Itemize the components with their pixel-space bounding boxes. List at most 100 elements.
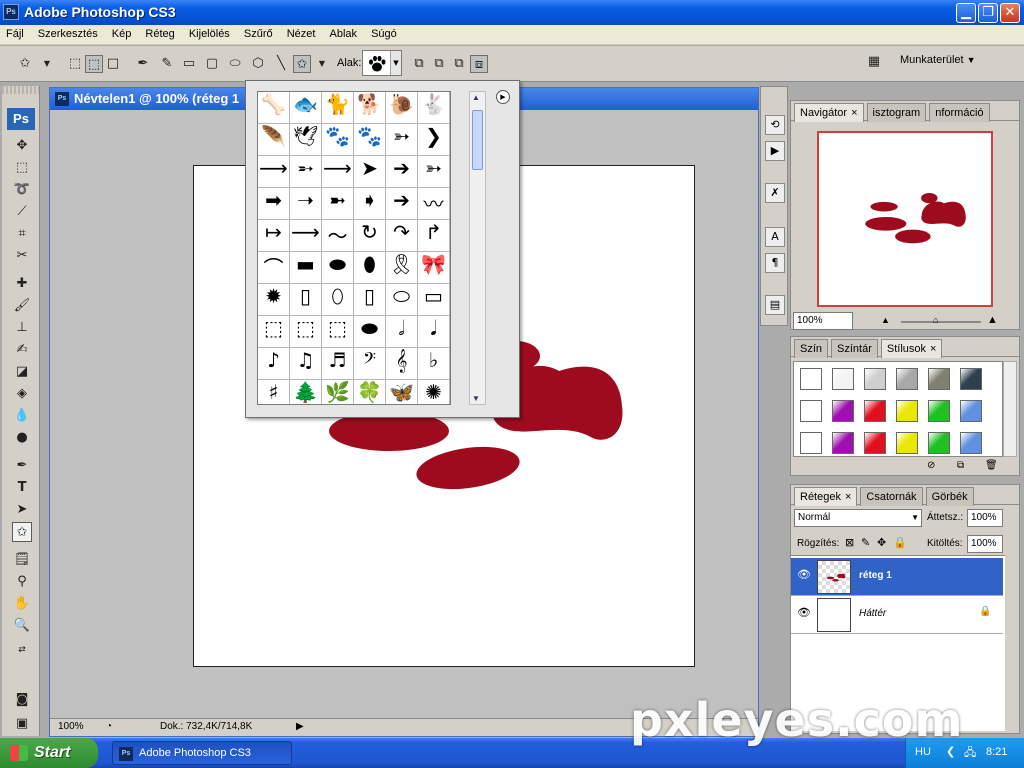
taskbar-item-photoshop[interactable]: Ps Adobe Photoshop CS3	[112, 741, 292, 765]
lasso-tool[interactable]: ➰	[12, 180, 32, 200]
shape-cell[interactable]: ♪	[258, 348, 290, 380]
shape-cell[interactable]: ▯	[354, 284, 386, 316]
hand-tool[interactable]: ✋	[12, 594, 32, 614]
shape-cell[interactable]: 🎀	[418, 252, 450, 284]
notes-tool[interactable]: 🗒	[12, 550, 32, 570]
shape-cell[interactable]: 〜	[322, 220, 354, 252]
shape-cell[interactable]: 🍀	[354, 380, 386, 404]
history-brush-tool[interactable]: ✍	[12, 340, 32, 360]
zoom-slider[interactable]	[901, 321, 981, 323]
clone-stamp-tool[interactable]: ⊥	[12, 318, 32, 338]
shape-cell[interactable]: ⟶	[322, 156, 354, 188]
paint-bucket-tool[interactable]: ◈	[12, 384, 32, 404]
zoom-in-icon[interactable]: ▲	[987, 314, 998, 326]
style-swatch[interactable]	[896, 368, 918, 390]
tab-styles[interactable]: Stílusok ×	[880, 339, 943, 358]
menu-help[interactable]: Súgó	[365, 25, 402, 44]
language-indicator[interactable]: HU	[915, 746, 931, 758]
healing-brush-tool[interactable]: ✚	[12, 274, 32, 294]
shape-cell[interactable]: ➤	[354, 156, 386, 188]
zoom-slider-thumb[interactable]: ⌂	[933, 315, 938, 325]
close-icon[interactable]: ×	[851, 107, 857, 119]
fill-pixels-mode-button[interactable]: □	[104, 55, 122, 73]
shape-cell[interactable]: 🦴	[258, 92, 290, 124]
magic-wand-tool[interactable]: ⟋	[12, 202, 32, 222]
network-icon[interactable]: 🖧	[964, 744, 976, 763]
shape-layers-mode-button[interactable]: ⬚	[66, 55, 84, 73]
shape-cell[interactable]: ➝	[290, 188, 322, 220]
layer-comps-panel-button[interactable]: ▤	[765, 295, 785, 315]
menu-edit[interactable]: Szerkesztés	[32, 25, 103, 44]
style-swatch[interactable]	[896, 432, 918, 454]
style-swatch[interactable]	[800, 368, 822, 390]
tab-navigator[interactable]: Navigátor ×	[794, 103, 864, 122]
shape-cell[interactable]: ➧	[354, 188, 386, 220]
style-swatch[interactable]	[864, 368, 886, 390]
shape-cell[interactable]: 🐈	[322, 92, 354, 124]
eye-icon[interactable]: 👁	[797, 568, 811, 581]
shape-cell[interactable]: ⬬	[354, 316, 386, 348]
shape-cell[interactable]: ▭	[418, 284, 450, 316]
menu-image[interactable]: Kép	[106, 25, 137, 44]
line-tool-button[interactable]: ╲	[272, 55, 290, 73]
shape-cell[interactable]: ▬	[290, 252, 322, 284]
shape-cell[interactable]: ▯	[290, 284, 322, 316]
shape-cell[interactable]: ♯	[258, 380, 290, 404]
swap-colors-button[interactable]: ⇄	[12, 640, 32, 660]
shape-cell[interactable]: ➡	[258, 188, 290, 220]
shape-cell[interactable]: 🐾	[354, 124, 386, 156]
shape-cell[interactable]: ⬚	[322, 316, 354, 348]
tool-preset-dropdown[interactable]: ▼	[38, 55, 56, 73]
polygon-tool-button[interactable]: ⬡	[249, 55, 267, 73]
shape-cell[interactable]: ➔	[386, 188, 418, 220]
shape-cell[interactable]: ➳	[418, 156, 450, 188]
eraser-tool[interactable]: ◪	[12, 362, 32, 382]
shape-cell[interactable]: ⬬	[322, 252, 354, 284]
eye-icon[interactable]: 👁	[797, 606, 811, 619]
style-swatch[interactable]	[928, 400, 950, 422]
style-swatch[interactable]	[800, 400, 822, 422]
menu-filter[interactable]: Szűrő	[238, 25, 278, 44]
shape-cell[interactable]: 🪶	[258, 124, 290, 156]
shape-cell[interactable]: 🐇	[418, 92, 450, 124]
shape-picker-dropdown[interactable]: ▼	[390, 51, 401, 75]
status-info-icon[interactable]: ◔	[106, 721, 112, 732]
tab-layers[interactable]: Rétegek ×	[794, 487, 858, 506]
zoom-out-icon[interactable]: ▲	[881, 315, 890, 325]
shape-cell[interactable]: 🌿	[322, 380, 354, 404]
menu-view[interactable]: Nézet	[281, 25, 321, 44]
tab-swatches[interactable]: Színtár	[831, 339, 878, 358]
brush-tool[interactable]: 🖌	[12, 296, 32, 316]
tool-presets-panel-button[interactable]: ✗	[765, 183, 785, 203]
tab-info[interactable]: nformáció	[929, 103, 990, 122]
shape-cell[interactable]: ↷	[386, 220, 418, 252]
history-panel-button[interactable]: ⟲	[765, 115, 785, 135]
marquee-tool[interactable]: ⬚	[12, 158, 32, 178]
slice-tool[interactable]: ✂	[12, 246, 32, 266]
custom-shape-tool[interactable]: ✩	[12, 522, 32, 542]
shape-cell[interactable]: ↦	[258, 220, 290, 252]
shape-cell[interactable]: ⬚	[258, 316, 290, 348]
menu-window[interactable]: Ablak	[324, 25, 363, 44]
blur-tool[interactable]: 💧	[12, 406, 32, 426]
shape-cell[interactable]: 🕊	[290, 124, 322, 156]
shape-cell[interactable]: ➵	[290, 156, 322, 188]
pen-tool-button[interactable]: ✒	[134, 55, 152, 73]
screen-mode-button[interactable]: ▣	[12, 714, 32, 734]
style-swatch[interactable]	[864, 400, 886, 422]
crop-tool[interactable]: ⌗	[12, 224, 32, 244]
style-swatch[interactable]	[928, 368, 950, 390]
add-to-shape-area-button[interactable]: ⧉	[430, 55, 448, 73]
shape-cell[interactable]: ♭	[418, 348, 450, 380]
shape-cell[interactable]: ➔	[386, 156, 418, 188]
layer-row[interactable]: 👁 Háttér 🔒	[791, 596, 1003, 634]
style-swatch[interactable]	[832, 432, 854, 454]
shape-cell[interactable]: 🦋	[386, 380, 418, 404]
shape-cell[interactable]: 🐟	[290, 92, 322, 124]
menu-file[interactable]: Fájl	[0, 25, 29, 44]
shape-cell[interactable]: ↱	[418, 220, 450, 252]
lock-pixels-icon[interactable]: ✎	[861, 536, 870, 549]
scroll-thumb[interactable]	[472, 110, 483, 170]
no-style-icon[interactable]: ⊘	[927, 460, 935, 471]
pen-tool[interactable]: ✒	[12, 456, 32, 476]
